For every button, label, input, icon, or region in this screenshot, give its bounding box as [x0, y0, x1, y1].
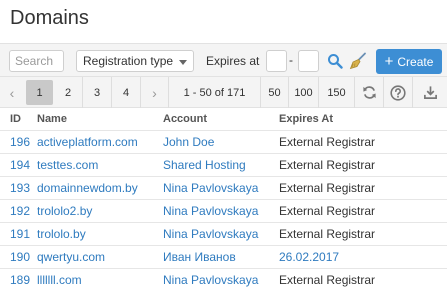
download-icon — [423, 86, 437, 99]
row-expires: 26.02.2017 — [279, 250, 340, 264]
help-icon — [390, 84, 406, 101]
row-domain-link[interactable]: activeplatform.com — [37, 135, 138, 149]
table-row[interactable]: 192 trololo2.by Nina Pavlovskaya Externa… — [0, 199, 447, 222]
pagination-bar: ‹ 1 2 3 4 › 1 - 50 of 171 50 100 150 — [0, 77, 447, 108]
row-id[interactable]: 193 — [10, 181, 30, 195]
prev-page-button[interactable]: ‹ — [0, 77, 24, 108]
caret-down-icon — [179, 60, 187, 65]
registration-type-select[interactable]: Registration type — [76, 50, 194, 72]
next-page-button[interactable]: › — [140, 77, 168, 108]
page-size-100[interactable]: 100 — [288, 77, 318, 108]
table-header: ID Name Account Expires At — [0, 110, 447, 130]
expires-to-field[interactable] — [298, 50, 319, 72]
row-domain-link[interactable]: trololo2.by — [37, 204, 92, 218]
plus-icon: + — [384, 52, 394, 70]
domains-table: 196 activeplatform.com John Doe External… — [0, 130, 447, 291]
page-button-2[interactable]: 2 — [54, 77, 82, 108]
create-button[interactable]: + Create — [376, 49, 442, 74]
page-title: Domains — [10, 7, 89, 29]
table-row[interactable]: 194 testtes.com Shared Hosting External … — [0, 153, 447, 176]
page-size-150[interactable]: 150 — [318, 77, 354, 108]
create-button-label: Create — [397, 54, 434, 69]
search-button[interactable] — [324, 50, 346, 72]
column-header-id[interactable]: ID — [10, 113, 21, 125]
row-expires: External Registrar — [279, 273, 376, 287]
expires-from-field[interactable] — [266, 50, 287, 72]
table-row[interactable]: 189 lllllll.com Nina Pavlovskaya Externa… — [0, 268, 447, 291]
refresh-icon — [362, 86, 376, 99]
row-domain-link[interactable]: qwertyu.com — [37, 250, 105, 264]
row-domain-link[interactable]: domainnewdom.by — [37, 181, 138, 195]
column-header-account[interactable]: Account — [163, 113, 207, 125]
row-expires: External Registrar — [279, 204, 376, 218]
help-button[interactable] — [383, 77, 412, 108]
row-account-link[interactable]: Nina Pavlovskaya — [163, 227, 258, 241]
row-account-link[interactable]: Nina Pavlovskaya — [163, 181, 258, 195]
page-button-3[interactable]: 3 — [82, 77, 111, 108]
row-account-link[interactable]: Nina Pavlovskaya — [163, 273, 258, 287]
registration-type-value: Registration type — [83, 54, 174, 68]
broom-icon — [349, 52, 366, 70]
table-row[interactable]: 191 trololo.by Nina Pavlovskaya External… — [0, 222, 447, 245]
clear-filter-button[interactable] — [347, 50, 369, 72]
row-id[interactable]: 192 — [10, 204, 30, 218]
row-account-link[interactable]: Nina Pavlovskaya — [163, 204, 258, 218]
expires-at-label: Expires at — [206, 54, 260, 68]
page-range-info: 1 - 50 of 171 — [168, 77, 260, 108]
page-button-4[interactable]: 4 — [111, 77, 140, 108]
row-id[interactable]: 196 — [10, 135, 30, 149]
row-expires: External Registrar — [279, 158, 376, 172]
download-button[interactable] — [412, 77, 447, 108]
column-header-expires-at[interactable]: Expires At — [279, 113, 333, 125]
row-id[interactable]: 189 — [10, 273, 30, 287]
table-row[interactable]: 190 qwertyu.com Иван Иванов 26.02.2017 — [0, 245, 447, 268]
row-domain-link[interactable]: trololo.by — [37, 227, 86, 241]
row-account-link[interactable]: John Doe — [163, 135, 214, 149]
filter-toolbar: Registration type Expires at - + Create — [0, 43, 447, 77]
date-range-dash: - — [289, 53, 293, 67]
row-id[interactable]: 190 — [10, 250, 30, 264]
row-account-link[interactable]: Иван Иванов — [163, 250, 236, 264]
row-expires: External Registrar — [279, 135, 376, 149]
row-expires: External Registrar — [279, 227, 376, 241]
row-domain-link[interactable]: testtes.com — [37, 158, 98, 172]
search-icon — [328, 54, 343, 69]
chevron-right-icon: › — [152, 84, 157, 101]
search-input[interactable] — [9, 50, 64, 72]
page-size-50[interactable]: 50 — [260, 77, 288, 108]
row-id[interactable]: 194 — [10, 158, 30, 172]
row-domain-link[interactable]: lllllll.com — [37, 273, 82, 287]
row-account-link[interactable]: Shared Hosting — [163, 158, 246, 172]
row-id[interactable]: 191 — [10, 227, 30, 241]
row-expires: External Registrar — [279, 181, 376, 195]
chevron-left-icon: ‹ — [9, 84, 15, 101]
table-row[interactable]: 196 activeplatform.com John Doe External… — [0, 130, 447, 153]
table-row[interactable]: 193 domainnewdom.by Nina Pavlovskaya Ext… — [0, 176, 447, 199]
page-button-1[interactable]: 1 — [26, 80, 53, 105]
column-header-name[interactable]: Name — [37, 113, 67, 125]
refresh-button[interactable] — [354, 77, 383, 108]
